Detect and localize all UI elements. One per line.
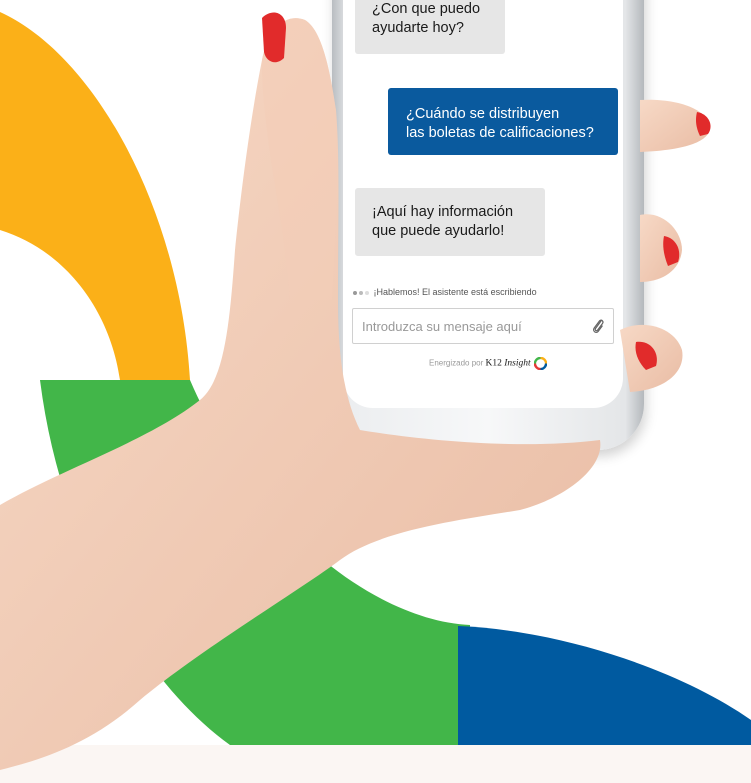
bot-message: ¡Aquí hay información que puede ayudarlo… xyxy=(355,188,545,256)
typing-dot-icon xyxy=(353,290,357,295)
brand-insight: Insight xyxy=(504,358,531,369)
blue-arc-shape xyxy=(458,626,751,745)
message-input[interactable] xyxy=(353,309,578,343)
user-message: ¿Cuándo se distribuyen las boletas de ca… xyxy=(388,88,618,155)
paperclip-icon[interactable] xyxy=(591,317,605,335)
bot-message: ¿Con que puedo ayudarte hoy? xyxy=(355,0,505,54)
message-input-box xyxy=(352,308,614,344)
yellow-arc-shape xyxy=(0,12,190,380)
typing-status-text: ¡Hablemos! El asistente está escribiendo xyxy=(373,287,537,297)
brand-k12: K12 xyxy=(485,358,502,369)
k12-insight-logo-icon xyxy=(533,357,547,370)
typing-dot-icon xyxy=(359,290,363,295)
powered-by: Energizado por K12 Insight xyxy=(429,357,547,370)
typing-dot-icon xyxy=(365,290,369,295)
powered-by-label: Energizado por xyxy=(429,358,484,368)
footer-band xyxy=(0,745,751,783)
brand-name[interactable]: K12 Insight xyxy=(486,359,531,369)
typing-indicator: ¡Hablemos! El asistente está escribiendo xyxy=(353,287,537,297)
chat-screen: ¿Con que puedo ayudarte hoy? ¿Cuándo se … xyxy=(343,0,623,408)
